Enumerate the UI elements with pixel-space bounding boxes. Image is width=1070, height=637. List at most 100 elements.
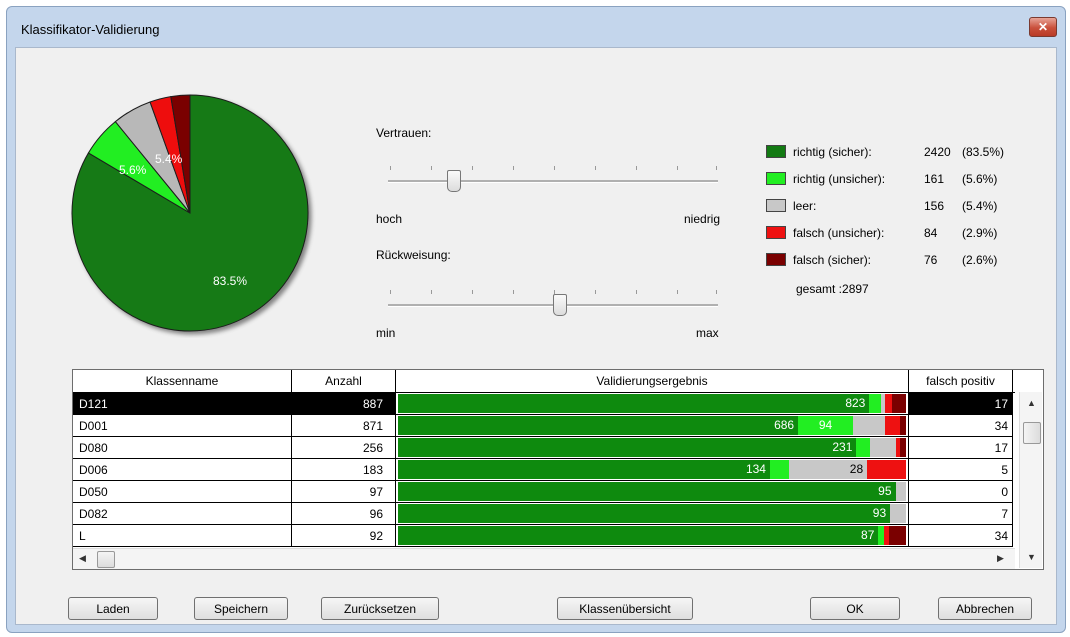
legend-percent: (5.4%) xyxy=(962,199,998,213)
rueckweisung-label: Rückweisung: xyxy=(376,248,451,262)
scroll-up-arrow-icon[interactable]: ▲ xyxy=(1027,398,1036,408)
legend-label: leer: xyxy=(793,199,817,213)
zuruecksetzen-button[interactable]: Zurücksetzen xyxy=(321,597,439,620)
legend-item-richtig-unsicher: richtig (unsicher): 161 (5.6%) xyxy=(766,169,1046,189)
bar-segment xyxy=(869,394,881,413)
cell-validierungsergebnis: 87 xyxy=(396,525,909,547)
bar-segment xyxy=(769,460,790,479)
ok-button[interactable]: OK xyxy=(810,597,900,620)
cell-validierungsergebnis: 686 94 xyxy=(396,415,909,437)
validation-result-bar: 95 xyxy=(398,482,906,501)
vertrauen-max-label: niedrig xyxy=(684,212,721,226)
scroll-right-arrow-icon[interactable]: ▶ xyxy=(997,553,1004,564)
column-header-validierungsergebnis[interactable]: Validierungsergebnis xyxy=(396,370,909,392)
cell-falsch-positiv: 34 xyxy=(909,415,1013,437)
bar-segment xyxy=(852,416,885,435)
cell-falsch-positiv: 5 xyxy=(909,459,1013,481)
pie-label-richtig-sicher: 83.5% xyxy=(213,274,247,288)
cell-anzahl: 92 xyxy=(292,525,396,547)
legend-swatch-falsch-unsicher xyxy=(766,226,786,239)
legend-percent: (2.9%) xyxy=(962,226,998,240)
horizontal-scroll-thumb[interactable] xyxy=(97,551,115,568)
legend-swatch-richtig-sicher xyxy=(766,145,786,158)
cell-falsch-positiv: 7 xyxy=(909,503,1013,525)
scroll-left-arrow-icon[interactable]: ◀ xyxy=(79,553,86,564)
validation-result-bar: 231 xyxy=(398,438,906,457)
legend-label: richtig (sicher): xyxy=(793,145,872,159)
cell-anzahl: 256 xyxy=(292,437,396,459)
legend-percent: (83.5%) xyxy=(962,145,1005,159)
pie-label-leer: 5.4% xyxy=(155,152,183,166)
horizontal-scrollbar[interactable]: ◀ ▶ xyxy=(73,548,1015,569)
table-row[interactable]: D050 97 95 0 xyxy=(73,481,1015,503)
bar-segment-label: 231 xyxy=(832,440,853,454)
cell-klassenname: D080 xyxy=(73,437,292,459)
cell-validierungsergebnis: 823 xyxy=(396,393,909,415)
validation-result-bar: 87 xyxy=(398,526,906,545)
table-row[interactable]: D001 871 686 94 34 xyxy=(73,415,1015,437)
rueckweisung-min-label: min xyxy=(376,326,396,340)
rueckweisung-slider-thumb[interactable] xyxy=(552,294,567,316)
legend: richtig (sicher): 2420 (83.5%) richtig (… xyxy=(766,142,1046,302)
validation-result-bar: 686 94 xyxy=(398,416,906,435)
legend-label: richtig (unsicher): xyxy=(793,172,886,186)
legend-item-richtig-sicher: richtig (sicher): 2420 (83.5%) xyxy=(766,142,1046,162)
validation-result-bar: 823 xyxy=(398,394,906,413)
vertical-scrollbar[interactable]: ▲ ▼ xyxy=(1019,392,1042,568)
bar-segment-label: 28 xyxy=(849,462,864,476)
cell-falsch-positiv: 34 xyxy=(909,525,1013,547)
klassenuebersicht-button[interactable]: Klassenübersicht xyxy=(557,597,693,620)
legend-count: 161 xyxy=(924,172,945,186)
bar-segment-label: 134 xyxy=(745,462,766,476)
abbrechen-button[interactable]: Abbrechen xyxy=(938,597,1032,620)
legend-swatch-richtig-unsicher xyxy=(766,172,786,185)
cell-klassenname: D121 xyxy=(73,393,292,415)
legend-item-leer: leer: 156 (5.4%) xyxy=(766,196,1046,216)
legend-count: 2420 xyxy=(924,145,951,159)
legend-item-falsch-sicher: falsch (sicher): 76 (2.6%) xyxy=(766,250,1046,270)
bar-segment xyxy=(398,482,896,501)
bar-segment xyxy=(892,394,906,413)
vertrauen-slider-thumb[interactable] xyxy=(447,170,461,192)
laden-button[interactable]: Laden xyxy=(68,597,158,620)
bar-segment xyxy=(398,416,799,435)
scroll-down-arrow-icon[interactable]: ▼ xyxy=(1027,552,1036,562)
close-button[interactable]: ✕ xyxy=(1029,17,1057,37)
bar-segment xyxy=(885,394,893,413)
table-row[interactable]: L 92 87 34 xyxy=(73,525,1015,547)
table-header: Klassenname Anzahl Validierungsergebnis … xyxy=(73,370,1015,393)
column-header-anzahl[interactable]: Anzahl xyxy=(292,370,396,392)
vertrauen-label: Vertrauen: xyxy=(376,126,432,140)
speichern-button[interactable]: Speichern xyxy=(194,597,288,620)
dialog-window: Klassifikator-Validierung ✕ 83.5% 5.6% 5… xyxy=(6,6,1066,633)
legend-percent: (5.6%) xyxy=(962,172,998,186)
rueckweisung-slider[interactable] xyxy=(388,284,718,316)
bar-segment-label: 94 xyxy=(818,418,833,432)
cell-falsch-positiv: 17 xyxy=(909,437,1013,459)
bar-segment xyxy=(398,438,857,457)
table-row[interactable]: D080 256 231 17 xyxy=(73,437,1015,459)
legend-item-falsch-unsicher: falsch (unsicher): 84 (2.9%) xyxy=(766,223,1046,243)
cell-klassenname: D001 xyxy=(73,415,292,437)
validation-result-bar: 134 28 xyxy=(398,460,906,479)
table-row[interactable]: D082 96 93 7 xyxy=(73,503,1015,525)
bar-segment-label: 686 xyxy=(774,418,795,432)
cell-klassenname: L xyxy=(73,525,292,547)
vertrauen-slider[interactable] xyxy=(388,160,718,192)
rueckweisung-max-label: max xyxy=(696,326,719,340)
legend-count: 156 xyxy=(924,199,945,213)
table-row[interactable]: D121 887 823 17 xyxy=(73,393,1015,415)
cell-klassenname: D006 xyxy=(73,459,292,481)
bar-segment xyxy=(398,504,891,523)
result-pie-chart: 83.5% 5.6% 5.4% xyxy=(71,94,309,332)
table-row[interactable]: D006 183 134 28 5 xyxy=(73,459,1015,481)
vertical-scroll-thumb[interactable] xyxy=(1023,422,1041,444)
column-header-falsch-positiv[interactable]: falsch positiv xyxy=(909,370,1013,392)
cell-anzahl: 97 xyxy=(292,481,396,503)
bar-segment xyxy=(867,460,906,479)
bar-segment-label: 95 xyxy=(878,484,892,498)
bar-segment xyxy=(900,438,906,457)
bar-segment xyxy=(890,504,906,523)
column-header-klassenname[interactable]: Klassenname xyxy=(73,370,292,392)
legend-label: falsch (unsicher): xyxy=(793,226,885,240)
